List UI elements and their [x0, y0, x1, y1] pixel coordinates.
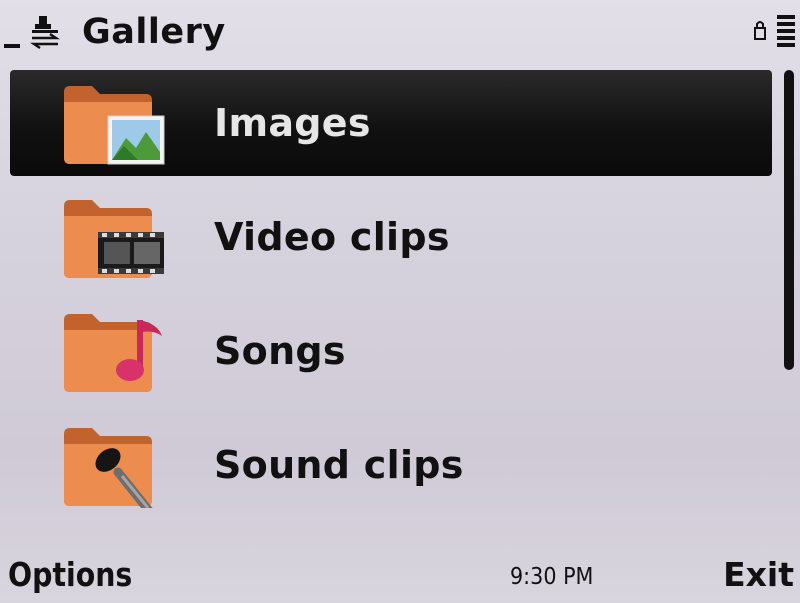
title-bar: Gallery — [0, 0, 800, 64]
images-folder-icon — [64, 86, 165, 165]
softkey-bar: Options 9:30 PM Exit — [0, 548, 800, 603]
gallery-screen: Gallery Images Video clips Songs Sound c… — [0, 0, 800, 603]
battery-icon — [777, 15, 795, 47]
page-title: Gallery — [82, 12, 226, 52]
list-item-label: Video clips — [214, 215, 450, 259]
scrollbar-thumb[interactable] — [784, 70, 794, 370]
video-folder-icon — [64, 200, 164, 278]
keylock-icon — [754, 21, 766, 40]
list-item-songs[interactable]: Songs — [10, 298, 772, 404]
music-folder-icon — [64, 314, 162, 392]
list-item-label: Songs — [214, 329, 346, 373]
data-transfer-icon — [30, 16, 60, 49]
list-item-label: Images — [214, 101, 371, 145]
exit-softkey[interactable]: Exit — [723, 552, 794, 598]
gallery-folder-list: Images Video clips Songs Sound clips — [10, 70, 772, 530]
signal-indicator — [4, 44, 20, 48]
list-item-label: Sound clips — [214, 443, 464, 487]
list-item-video-clips[interactable]: Video clips — [10, 184, 772, 290]
sound-folder-icon — [64, 428, 153, 508]
list-item-images[interactable]: Images — [10, 70, 772, 176]
list-item-sound-clips[interactable]: Sound clips — [10, 412, 772, 518]
clock: 9:30 PM — [510, 564, 594, 590]
options-softkey[interactable]: Options — [8, 552, 132, 598]
